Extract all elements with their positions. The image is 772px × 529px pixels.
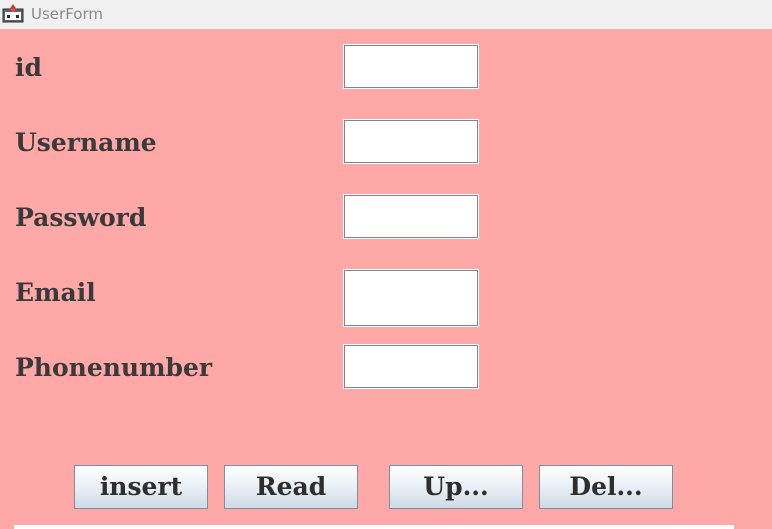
id-label: id [15, 53, 42, 82]
delete-button[interactable]: Del... [539, 465, 673, 509]
password-label: Password [15, 203, 147, 232]
window-titlebar: UserForm [0, 0, 772, 29]
read-button[interactable]: Read [224, 465, 358, 509]
bottom-panel-edge [14, 525, 734, 529]
email-label: Email [15, 278, 96, 307]
username-field[interactable] [344, 120, 478, 163]
username-label: Username [15, 128, 157, 157]
form-panel: id Username Password Email Phonenumber [0, 29, 772, 529]
id-field[interactable] [344, 45, 478, 88]
password-field[interactable] [344, 195, 478, 238]
window-title: UserForm [31, 5, 103, 23]
update-button[interactable]: Up... [389, 465, 523, 509]
java-app-icon [2, 3, 26, 25]
email-field[interactable] [344, 270, 478, 326]
phonenumber-label: Phonenumber [15, 353, 213, 382]
phonenumber-field[interactable] [344, 345, 478, 388]
insert-button[interactable]: insert [74, 465, 208, 509]
